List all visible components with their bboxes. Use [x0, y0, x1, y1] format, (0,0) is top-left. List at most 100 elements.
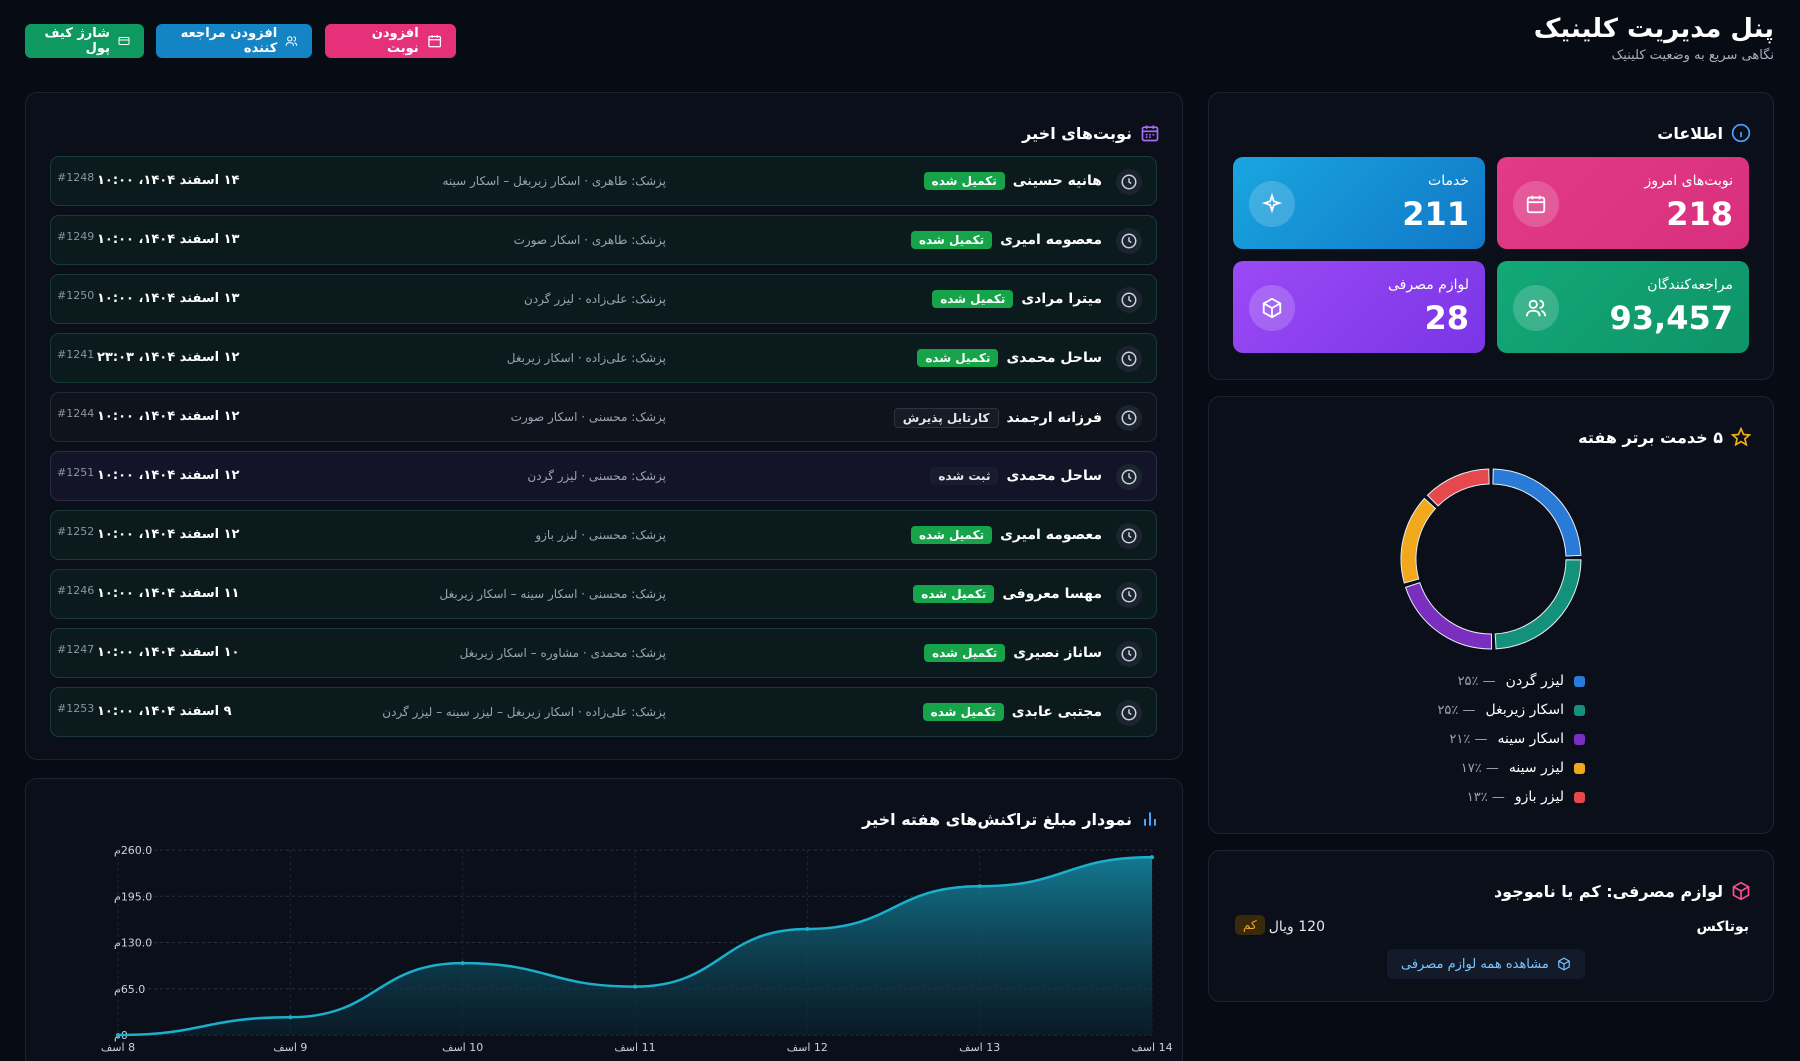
- legend-pct: — ۱۷٪: [1460, 760, 1499, 776]
- supply-item-qty: 120 ویال: [1268, 919, 1325, 935]
- charge-wallet-label: شارژ کیف پول: [44, 26, 110, 56]
- donut-slice: [1400, 497, 1437, 584]
- legend-item: لیزر سینه — ۱۷٪: [1461, 760, 1585, 776]
- x-tick-label: 13 اسف: [959, 1041, 1000, 1054]
- services-donut-chart: [1400, 468, 1582, 650]
- appointment-row[interactable]: مهسا معروفی تکمیل شده پزشک: محسنی · اسکار…: [50, 569, 1157, 619]
- appointment-row[interactable]: ساناز نصیری تکمیل شده پزشک: محمدی · مشاور…: [50, 628, 1157, 678]
- y-tick-label: 195.0م: [114, 890, 152, 903]
- stat-value: 28: [1424, 299, 1469, 337]
- legend-swatch: [1574, 675, 1585, 687]
- data-point: [288, 1015, 293, 1020]
- status-badge: تکمیل شده: [913, 585, 995, 603]
- view-all-supplies-label: مشاهده همه لوازم مصرفی: [1401, 956, 1549, 972]
- appointment-row[interactable]: معصومه امیری تکمیل شده پزشک: طاهری · اسکا…: [50, 215, 1157, 265]
- status-badge: تکمیل شده: [910, 231, 993, 249]
- appointment-client: ساحل محمدی تکمیل شده: [917, 349, 1102, 367]
- appointment-id: #1249: [57, 230, 95, 243]
- legend-label: لیزر گردن: [1505, 673, 1564, 689]
- appointment-row[interactable]: هانیه حسینی تکمیل شده پزشک: طاهری · اسکار…: [50, 156, 1157, 206]
- low-stock-badge: کم: [1235, 915, 1265, 935]
- package-icon: [1732, 881, 1750, 901]
- appointment-date: ۱۲ اسفند ۱۴۰۴، ۱۰:۰۰: [97, 468, 240, 483]
- stat-card-supplies[interactable]: لوازم مصرفی 28: [1233, 261, 1485, 353]
- legend-pct: — ۲۵٪: [1437, 702, 1476, 718]
- appointment-details: پزشک: علی‌زاده · لیزر گردن: [524, 292, 666, 306]
- recent-appointments-title: نوبت‌های اخیر: [1022, 123, 1132, 143]
- stat-card-clients[interactable]: مراجعه‌کنندگان 93,457: [1497, 261, 1749, 353]
- appointment-details: پزشک: طاهری · اسکار زیربغل – اسکار سینه: [442, 174, 666, 188]
- info-title: اطلاعات: [1657, 123, 1723, 143]
- appointment-row[interactable]: ساحل محمدی ثبت شده پزشک: محسنی · لیزر گرد…: [50, 451, 1157, 501]
- appointment-date: ۱۰ اسفند ۱۴۰۴، ۱۰:۰۰: [97, 645, 240, 660]
- clock-icon: [1116, 287, 1142, 313]
- x-tick-label: 14 اسف: [1131, 1041, 1172, 1054]
- appointment-id: #1241: [57, 348, 95, 361]
- info-panel: اطلاعات نوبت‌های امروز 218 خدمات 211 مرا…: [1208, 92, 1774, 380]
- y-tick-label: 130.0م: [114, 937, 152, 950]
- appointment-details: پزشک: محسنی · اسکار سینه – اسکار زیربغل: [439, 587, 666, 601]
- clock-icon: [1116, 700, 1142, 726]
- data-point: [977, 884, 982, 889]
- donut-slice: [1426, 468, 1490, 507]
- legend-item: اسکار زیربغل — ۲۵٪: [1437, 702, 1585, 718]
- x-tick-label: 11 اسف: [614, 1041, 655, 1054]
- data-point: [116, 1033, 120, 1037]
- status-badge: تکمیل شده: [924, 644, 1006, 662]
- appointment-details: پزشک: علی‌زاده · اسکار زیربغل – لیزر سین…: [382, 705, 666, 719]
- top-services-panel: ۵ خدمت برتر هفته لیزر گردن — ۲۵٪ اسکار ز…: [1208, 396, 1774, 834]
- clock-icon: [1116, 346, 1142, 372]
- clock-icon: [1116, 169, 1142, 195]
- appointment-row[interactable]: ساحل محمدی تکمیل شده پزشک: علی‌زاده · اسک…: [50, 333, 1157, 383]
- calendar-icon: [1141, 125, 1159, 142]
- appointment-client: میترا مرادی تکمیل شده: [932, 290, 1102, 308]
- calendar-icon: [427, 35, 441, 48]
- package-icon: [1249, 285, 1295, 331]
- sparkles-icon: [1249, 181, 1295, 227]
- appointment-row[interactable]: مجتبی عابدی تکمیل شده پزشک: علی‌زاده · اس…: [50, 687, 1157, 737]
- low-supplies-panel: لوازم مصرفی: کم یا ناموجود بوتاکس 120 وی…: [1208, 850, 1774, 1002]
- legend-label: لیزر سینه: [1508, 760, 1564, 776]
- data-point: [805, 926, 810, 931]
- transactions-chart-title: نمودار مبلغ تراکنش‌های هفته اخیر: [862, 809, 1132, 829]
- stat-value: 218: [1666, 195, 1733, 233]
- status-badge: تکمیل شده: [910, 526, 993, 544]
- legend-item: اسکار سینه — ۲۱٪: [1449, 731, 1585, 747]
- stat-card-today-appointments[interactable]: نوبت‌های امروز 218: [1497, 157, 1749, 249]
- donut-slice: [1404, 581, 1493, 650]
- appointment-details: پزشک: طاهری · اسکار صورت: [513, 233, 666, 247]
- legend-pct: — ۲۱٪: [1449, 731, 1488, 747]
- status-badge: کارتابل پذیرش: [893, 408, 999, 428]
- add-client-button[interactable]: افزودن مراجعه کننده: [156, 24, 312, 58]
- appointment-row[interactable]: معصومه امیری تکمیل شده پزشک: محسنی · لیزر…: [50, 510, 1157, 560]
- legend-pct: — ۱۳٪: [1466, 789, 1505, 805]
- appointment-details: پزشک: محسنی · اسکار صورت: [510, 410, 666, 424]
- info-icon: [1731, 123, 1751, 143]
- add-client-label: افزودن مراجعه کننده: [180, 26, 278, 56]
- charge-wallet-button[interactable]: شارژ کیف پول: [25, 24, 144, 58]
- appointment-details: پزشک: علی‌زاده · اسکار زیربغل: [506, 351, 666, 365]
- stat-value: 211: [1402, 195, 1469, 233]
- calendar-icon: [1513, 181, 1559, 227]
- appointment-id: #1246: [57, 584, 95, 597]
- users-icon: [285, 36, 298, 46]
- appointment-details: پزشک: محسنی · لیزر بازو: [535, 528, 666, 542]
- appointment-client: معصومه امیری تکمیل شده: [910, 526, 1102, 544]
- appointment-row[interactable]: میترا مرادی تکمیل شده پزشک: علی‌زاده · لی…: [50, 274, 1157, 324]
- x-tick-label: 10 اسف: [442, 1041, 483, 1054]
- appointment-date: ۱۳ اسفند ۱۴۰۴، ۱۰:۰۰: [97, 232, 240, 247]
- legend-swatch: [1574, 704, 1585, 716]
- add-appointment-button[interactable]: افزودن نوبت: [325, 24, 456, 58]
- appointment-id: #1248: [57, 171, 95, 184]
- legend-label: لیزر بازو: [1514, 789, 1564, 805]
- info-heading: اطلاعات: [1657, 123, 1751, 143]
- stat-card-services[interactable]: خدمات 211: [1233, 157, 1485, 249]
- appointment-date: ۱۲ اسفند ۱۴۰۴، ۱۰:۰۰: [97, 409, 240, 424]
- status-badge: تکمیل شده: [917, 349, 999, 367]
- page-subtitle: نگاهی سریع به وضعیت کلینیک: [1611, 48, 1774, 63]
- status-badge: تکمیل شده: [922, 703, 1004, 721]
- appointment-row[interactable]: فرزانه ارجمند کارتابل پذیرش پزشک: محسنی ·…: [50, 392, 1157, 442]
- appointment-id: #1247: [57, 643, 95, 656]
- view-all-supplies-button[interactable]: مشاهده همه لوازم مصرفی: [1387, 949, 1585, 979]
- appointment-date: ۱۴ اسفند ۱۴۰۴، ۱۰:۰۰: [97, 173, 240, 188]
